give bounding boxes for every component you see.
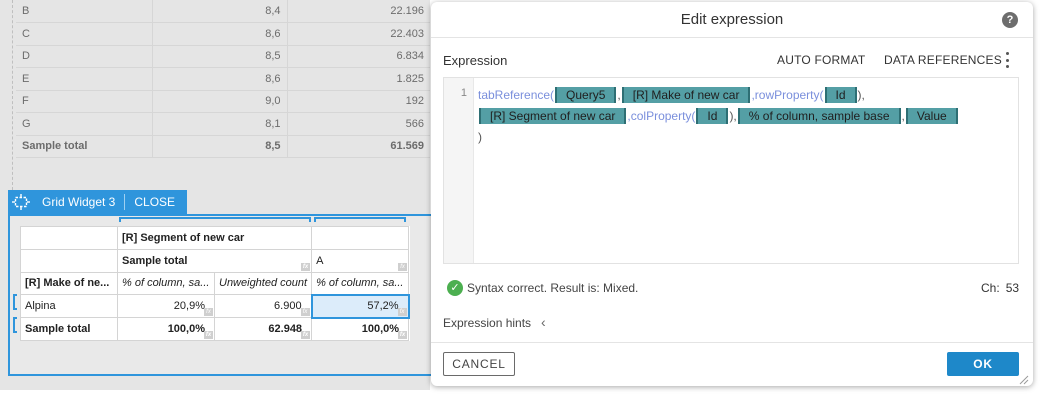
table-row: Sample total 100,0% fx 62.948 fx 100,0% fx (20, 317, 410, 341)
column-selection-marker (119, 217, 311, 222)
line-number-gutter: 1 (444, 78, 474, 263)
table-row: G 8,1 566 (16, 112, 430, 136)
reference-token[interactable]: [R] Segment of new car (479, 108, 627, 124)
table-row-total: Sample total 8,5 61.569 (16, 135, 430, 158)
column-header-segment[interactable]: [R] Segment of new car (116, 226, 313, 250)
char-count-value: 53 (1005, 281, 1020, 295)
grid-cell[interactable]: 62.948 fx (213, 317, 313, 341)
grid-cell-selected[interactable]: 57,2% fx (310, 293, 410, 319)
table-row: B 8,4 22.196 (16, 0, 430, 23)
row-label[interactable]: Alpina (20, 294, 118, 319)
column-header-a[interactable]: Afx (311, 248, 410, 273)
more-options-icon[interactable] (1004, 52, 1010, 68)
expression-code[interactable]: tabReference(Query5, [R] Make of new car,… (478, 85, 1014, 148)
table-row: [R] Make of ne... % of column, sa... Unw… (20, 271, 410, 296)
fx-icon: fx (398, 330, 408, 339)
reference-token[interactable]: Id (696, 108, 729, 124)
dialog-title: Edit expression (431, 2, 1033, 38)
reference-token[interactable]: Id (824, 87, 857, 103)
code-text: ) (478, 130, 482, 144)
resize-handle-icon[interactable] (1019, 372, 1029, 385)
auto-format-button[interactable]: AUTO FORMAT (777, 53, 865, 67)
function-name: tabReference( (478, 88, 555, 102)
widget-title: Grid Widget 3 (34, 194, 126, 210)
table-row: E 8,6 1.825 (16, 67, 430, 91)
grid-widget-toolbar: Grid Widget 3 CLOSE (8, 190, 188, 214)
row-header-title[interactable]: [R] Make of ne... (20, 271, 118, 296)
stat-header[interactable]: % of column, sa... (117, 271, 215, 296)
char-count: Ch: 53 (981, 281, 1019, 295)
function-name: ,colProperty( (627, 109, 696, 123)
expression-editor[interactable]: 1 tabReference(Query5, [R] Make of new ca… (443, 77, 1019, 264)
chevron-left-icon: ‹ (541, 314, 546, 330)
expression-hints-toggle[interactable]: Expression hints ‹ (443, 314, 546, 330)
data-references-button[interactable]: DATA REFERENCES (884, 53, 1002, 67)
stat-header[interactable]: Unweighted count (213, 271, 313, 296)
reference-token[interactable]: % of column, sample base (737, 108, 901, 124)
widget-close-button[interactable]: CLOSE (125, 195, 187, 209)
table-row: [R] Segment of new car (20, 226, 410, 250)
function-name: ,rowProperty( (751, 88, 824, 102)
code-text: ), (729, 109, 737, 123)
table-row: Alpina 20,9% fx 6.900 fx 57,2% fx (20, 293, 410, 319)
background-table: B 8,4 22.196 C 8,6 22.403 D 8,5 6.834 E 8,6 1.82… (16, 0, 430, 158)
hints-label: Expression hints (443, 316, 532, 330)
widget-select-icon[interactable] (8, 190, 34, 214)
syntax-status: ✓ Syntax correct. Result is: Mixed. (447, 280, 638, 296)
row-selection-marker (13, 294, 17, 310)
reference-token[interactable]: Value (905, 108, 958, 124)
edit-expression-dialog: Edit expression ? Expression AUTO FORMAT… (431, 2, 1033, 386)
char-count-label: Ch: (981, 281, 1000, 295)
table-row: C 8,6 22.403 (16, 22, 430, 46)
help-icon[interactable]: ? (1002, 12, 1018, 28)
cancel-button[interactable]: CANCEL (443, 352, 515, 376)
footer-divider (431, 342, 1033, 343)
fx-icon: fx (204, 308, 213, 317)
table-row: Sample total fx Afx (20, 248, 410, 273)
line-number: 1 (460, 87, 467, 99)
fx-icon: fx (204, 330, 213, 339)
status-text: Syntax correct. Result is: Mixed. (467, 281, 639, 295)
table-row: F 9,0 192 (16, 90, 430, 113)
fx-icon: fx (397, 307, 407, 316)
fx-icon: fx (398, 262, 408, 271)
grid-cell[interactable]: 6.900 fx (213, 294, 313, 319)
code-text: ), (857, 88, 865, 102)
reference-token[interactable]: [R] Make of new car (621, 87, 751, 103)
check-circle-icon: ✓ (447, 280, 463, 296)
page-guide-line (12, 0, 13, 190)
grid-cell[interactable]: 100,0% fx (311, 317, 410, 341)
fx-icon: fx (301, 262, 311, 271)
row-label[interactable]: Sample total (20, 317, 118, 341)
grid-cell[interactable]: 20,9% fx (117, 294, 215, 319)
fx-icon: fx (301, 330, 311, 339)
fx-icon: fx (300, 308, 310, 317)
column-header-sample-total[interactable]: Sample total fx (116, 248, 313, 273)
row-selection-marker (13, 317, 17, 333)
grid-table: [R] Segment of new car Sample total fx Af… (20, 226, 410, 341)
column-selection-marker (314, 217, 406, 222)
table-row: D 8,5 6.834 (16, 45, 430, 68)
reference-token[interactable]: Query5 (555, 87, 617, 103)
ok-button[interactable]: OK (947, 352, 1019, 376)
expression-label: Expression (443, 53, 508, 68)
stat-header[interactable]: % of column, sa... (311, 271, 410, 296)
grid-cell[interactable]: 100,0% fx (117, 317, 215, 341)
